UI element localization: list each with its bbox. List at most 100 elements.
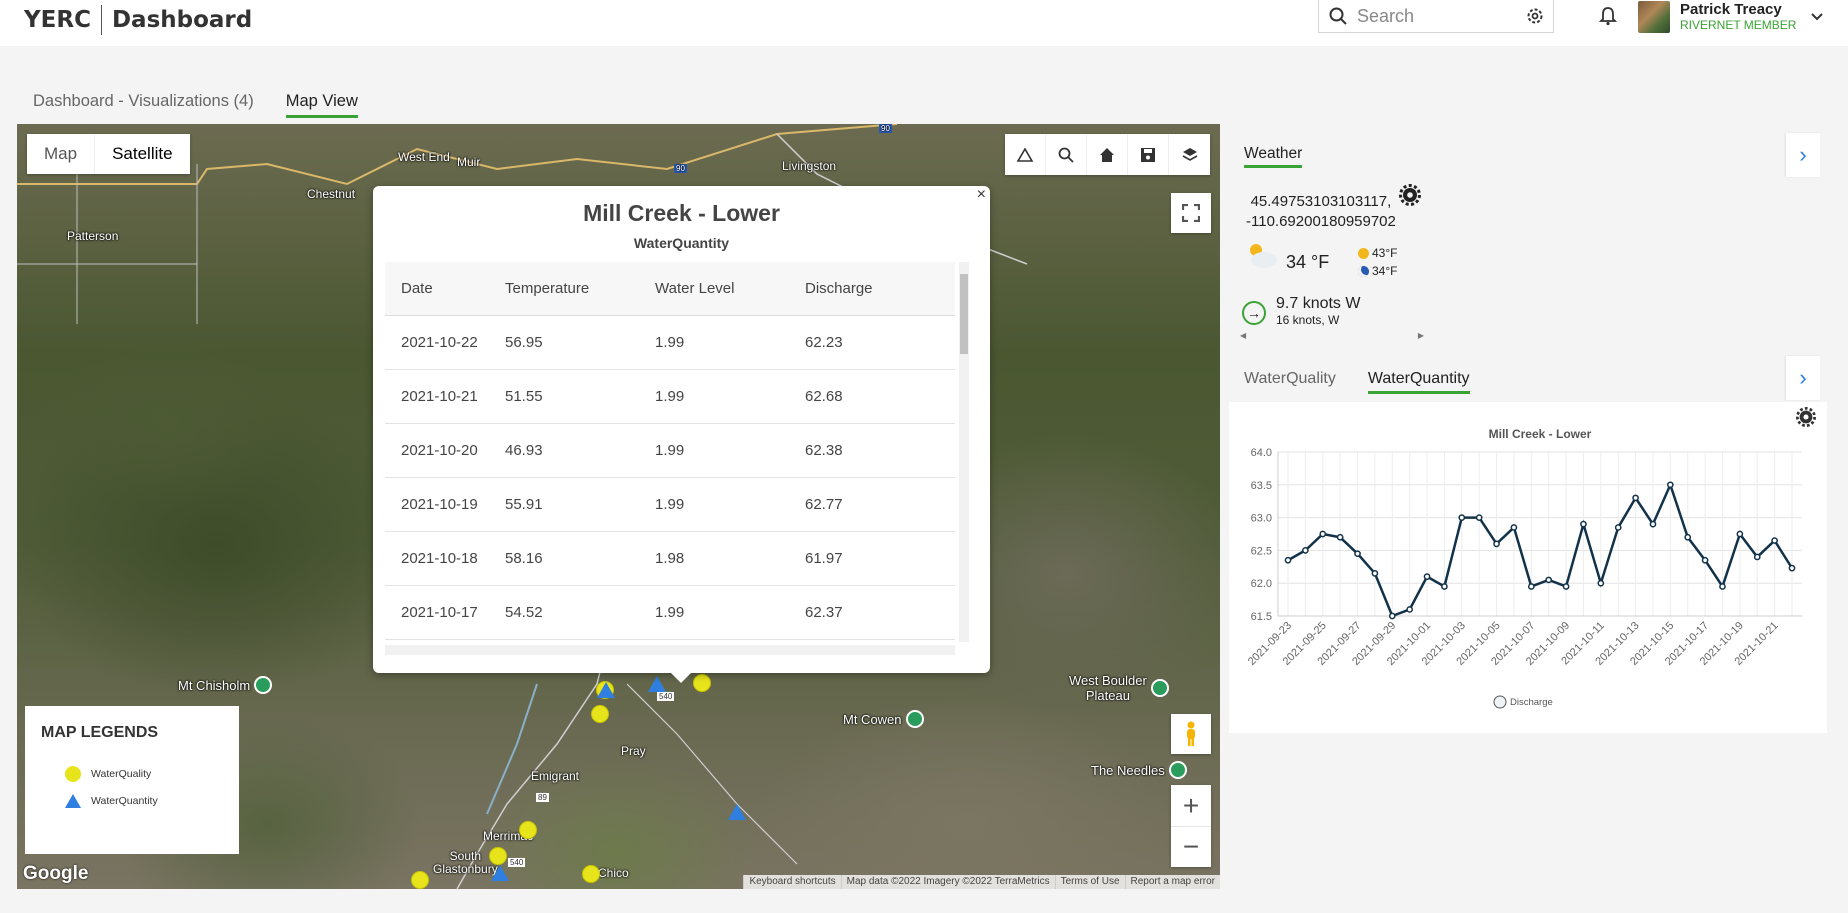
route-shield-90: 90: [879, 124, 892, 133]
current-temperature: 34 °F: [1286, 252, 1330, 272]
home-icon[interactable]: [1087, 134, 1128, 175]
popup-vertical-scrollbar[interactable]: [959, 262, 969, 642]
data-point: [1406, 606, 1414, 613]
chevron-down-icon[interactable]: [1810, 12, 1824, 22]
data-point: [1388, 612, 1396, 620]
data-point: [1284, 556, 1292, 564]
search-input[interactable]: Search: [1357, 6, 1525, 27]
y-tick-label: 63.5: [1251, 480, 1272, 492]
popup-horizontal-scrollbar[interactable]: [385, 645, 955, 655]
tab-dashboard-visualizations[interactable]: Dashboard - Visualizations (4): [33, 92, 254, 118]
data-point: [1371, 570, 1379, 577]
weather-card: 45.49753103103117, -110.69200180959702 3…: [1236, 178, 1428, 346]
peak-west-boulder-plateau[interactable]: West Boulder Plateau: [1069, 673, 1169, 703]
search-icon: [1329, 7, 1347, 25]
data-point: [1527, 583, 1535, 590]
settings-gear-icon[interactable]: [1399, 184, 1421, 206]
yellow-circle-icon: [65, 766, 81, 782]
column-header-discharge[interactable]: Discharge: [805, 280, 955, 297]
notifications-bell-icon[interactable]: [1596, 4, 1620, 28]
route-shield-89: 89: [536, 793, 549, 802]
gear-icon[interactable]: [1525, 6, 1545, 26]
tab-waterquality[interactable]: WaterQuality: [1244, 370, 1336, 394]
table-row: 2021-10-18 58.16 1.98 61.97: [385, 532, 955, 586]
chevron-right-icon[interactable]: ›: [1786, 356, 1820, 400]
map-toolbar: [1005, 134, 1210, 175]
terms-of-use-link[interactable]: Terms of Use: [1054, 875, 1125, 889]
scroll-right-icon[interactable]: ▶: [1418, 331, 1424, 341]
legend-item-waterquantity: WaterQuantity: [65, 794, 158, 808]
waterquality-marker[interactable]: [582, 865, 600, 883]
waterquality-marker[interactable]: [693, 674, 711, 692]
map-label-chico: Chico: [598, 866, 629, 880]
table-row: 2021-10-19 55.91 1.99 62.77: [385, 478, 955, 532]
data-point: [1597, 579, 1605, 587]
waterquality-marker[interactable]: [591, 705, 609, 723]
zoom-in-button[interactable]: +: [1171, 785, 1211, 826]
keyboard-shortcuts-link[interactable]: Keyboard shortcuts: [743, 875, 840, 889]
waterquantity-marker[interactable]: [648, 676, 666, 692]
peak-mt-cowen[interactable]: Mt Cowen: [843, 710, 924, 728]
low-temperature: 34°F: [1372, 264, 1398, 278]
waterquality-marker[interactable]: [519, 821, 537, 839]
draw-polygon-icon[interactable]: [1005, 134, 1046, 175]
weather-coordinates: 45.49753103103117, -110.69200180959702: [1246, 193, 1396, 230]
chevron-right-icon[interactable]: ›: [1786, 133, 1820, 177]
zoom-out-button[interactable]: −: [1171, 826, 1211, 867]
wind-speed: 9.7 knots W: [1276, 295, 1361, 312]
table-row: 2021-10-17 54.52 1.99 62.37: [385, 586, 955, 640]
waterquantity-marker[interactable]: [491, 865, 509, 881]
high-temperature: 43°F: [1372, 246, 1398, 260]
popup-subtitle: WaterQuantity: [633, 235, 730, 251]
map-type-map-button[interactable]: Map: [27, 134, 94, 174]
column-header-date[interactable]: Date: [385, 280, 505, 297]
y-tick-label: 62.0: [1251, 578, 1272, 590]
layers-icon[interactable]: [1169, 134, 1210, 175]
route-shield-540: 540: [508, 858, 526, 867]
waterquality-marker[interactable]: [411, 871, 429, 889]
peak-mt-chisholm[interactable]: Mt Chisholm: [178, 676, 273, 694]
wind-info: 9.7 knots W 16 knots, W: [1276, 295, 1360, 327]
tab-waterquantity[interactable]: WaterQuantity: [1367, 370, 1470, 394]
waterquantity-marker[interactable]: [597, 682, 615, 698]
fullscreen-icon: [1182, 204, 1200, 222]
moon-icon: [1358, 265, 1369, 277]
search-box[interactable]: Search: [1318, 0, 1554, 33]
waterquantity-marker[interactable]: [728, 804, 746, 820]
scroll-left-icon[interactable]: ◀: [1240, 331, 1246, 341]
weather-tab-bar: Weather: [1244, 145, 1303, 168]
user-menu[interactable]: Patrick Treacy RIVERNET MEMBER: [1638, 0, 1824, 34]
wind-direction-icon: →: [1242, 301, 1266, 325]
tab-map-view[interactable]: Map View: [285, 92, 358, 118]
peak-the-needles[interactable]: The Needles: [1091, 761, 1187, 779]
street-view-pegman-icon[interactable]: [1171, 714, 1211, 754]
popup-pointer: [671, 673, 691, 683]
column-header-temperature[interactable]: Temperature: [505, 280, 655, 297]
map-canvas[interactable]: West End Muir Livingston Chestnut Patter…: [17, 124, 1220, 889]
brand[interactable]: YERC Dashboard: [24, 4, 252, 36]
table-row: 2021-10-21 51.55 1.99 62.68: [385, 370, 955, 424]
fullscreen-button[interactable]: [1171, 193, 1211, 233]
waterquality-marker[interactable]: [489, 847, 507, 865]
tab-weather[interactable]: Weather: [1244, 145, 1303, 168]
user-name: Patrick Treacy: [1680, 1, 1782, 19]
peak-pin-icon: [254, 676, 273, 694]
save-icon[interactable]: [1128, 134, 1169, 175]
map-type-satellite-button[interactable]: Satellite: [94, 134, 189, 174]
legend-marker-icon: [1493, 695, 1507, 709]
map-label-muir: Muir: [457, 155, 481, 169]
column-header-water-level[interactable]: Water Level: [655, 280, 805, 297]
search-icon[interactable]: [1046, 134, 1087, 175]
weather-horizontal-scrollbar[interactable]: ◀ ▶: [1236, 331, 1428, 341]
report-map-error-link[interactable]: Report a map error: [1124, 875, 1220, 889]
map-label-pray: Pray: [621, 744, 646, 758]
popup-data-table[interactable]: Date Temperature Water Level Discharge 2…: [385, 262, 955, 642]
zoom-control: + −: [1171, 785, 1211, 867]
discharge-line-chart[interactable]: Mill Creek - Lower 64.0 63.5 63.0 62.5 62.0 61…: [1229, 402, 1827, 733]
brand-name: YERC: [24, 7, 91, 33]
data-point: [1580, 520, 1587, 528]
map-label-south-glastonbury: South Glastonbury: [433, 849, 498, 877]
scrollbar-thumb[interactable]: [960, 274, 968, 354]
data-point: [1632, 494, 1639, 502]
close-icon[interactable]: ×: [977, 186, 986, 204]
